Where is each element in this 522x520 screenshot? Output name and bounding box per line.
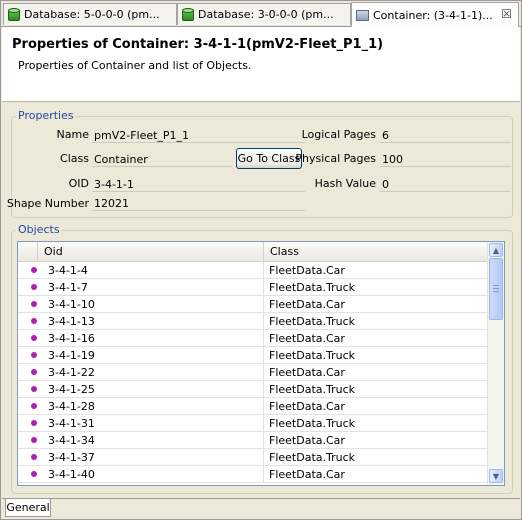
tab-database-5[interactable]: Database: 5-0-0-0 (pm...	[3, 3, 177, 25]
object-marker-icon	[31, 352, 37, 358]
class-cell: FleetData.Car	[269, 366, 345, 379]
tab-general[interactable]: General	[5, 499, 51, 517]
object-marker-icon	[31, 318, 37, 324]
oid-cell: 3-4-1-16	[48, 332, 95, 345]
oid-label: OID	[68, 177, 89, 190]
class-cell: FleetData.Truck	[269, 383, 356, 396]
oid-cell: 3-4-1-22	[48, 366, 95, 379]
object-marker-icon	[31, 284, 37, 290]
oid-cell: 3-4-1-40	[48, 468, 95, 481]
name-label: Name	[56, 128, 89, 141]
object-marker-icon	[31, 386, 37, 392]
hash-value-label: Hash Value	[314, 177, 376, 190]
tab-label: Database: 3-0-0-0 (pm...	[198, 8, 334, 21]
oid-cell: 3-4-1-7	[48, 281, 88, 294]
table-row[interactable]: 3-4-1-4 FleetData.Car	[18, 262, 488, 279]
table-body: 3-4-1-4 FleetData.Car 3-4-1-7 FleetData.Tru…	[18, 262, 488, 483]
oid-cell: 3-4-1-37	[48, 451, 95, 464]
class-cell: FleetData.Truck	[269, 417, 356, 430]
scroll-up-icon[interactable]: ▲	[489, 243, 503, 257]
class-cell: FleetData.Car	[269, 332, 345, 345]
object-marker-icon	[31, 437, 37, 443]
oid-cell: 3-4-1-25	[48, 383, 95, 396]
name-field[interactable]: pmV2-Fleet_P1_1	[92, 128, 305, 143]
table-row[interactable]: 3-4-1-22 FleetData.Car	[18, 364, 488, 381]
form-header: Properties of Container: 3-4-1-1(pmV2-Fl…	[2, 27, 520, 102]
class-cell: FleetData.Car	[269, 264, 345, 277]
database-icon	[8, 7, 20, 22]
marker-column-header[interactable]	[18, 242, 38, 261]
physical-pages-field[interactable]: 100	[380, 152, 511, 167]
table-row[interactable]: 3-4-1-13 FleetData.Truck	[18, 313, 488, 330]
tab-label: Container: (3-4-1-1)...	[373, 8, 493, 22]
go-to-class-button[interactable]: Go To Class	[236, 148, 302, 169]
table-row[interactable]: 3-4-1-16 FleetData.Car	[18, 330, 488, 347]
oid-cell: 3-4-1-31	[48, 417, 95, 430]
object-marker-icon	[31, 335, 37, 341]
oid-cell: 3-4-1-13	[48, 315, 95, 328]
physical-pages-label: Physical Pages	[295, 152, 376, 165]
class-cell: FleetData.Car	[269, 468, 345, 481]
table-row[interactable]: 3-4-1-25 FleetData.Truck	[18, 381, 488, 398]
table-row[interactable]: 3-4-1-28 FleetData.Car	[18, 398, 488, 415]
class-cell: FleetData.Car	[269, 400, 345, 413]
database-icon	[182, 7, 194, 22]
bottom-tab-line	[2, 498, 520, 499]
close-icon[interactable]: ☒	[501, 7, 512, 21]
object-marker-icon	[31, 301, 37, 307]
tab-label: Database: 5-0-0-0 (pm...	[24, 8, 160, 21]
table-row[interactable]: 3-4-1-31 FleetData.Truck	[18, 415, 488, 432]
class-field[interactable]: Container	[92, 152, 232, 167]
oid-field[interactable]: 3-4-1-1	[92, 177, 305, 192]
grip-line	[493, 285, 499, 286]
logical-pages-field[interactable]: 6	[380, 128, 511, 143]
class-cell: FleetData.Truck	[269, 315, 356, 328]
table-header: Oid Class	[18, 242, 488, 262]
class-cell: FleetData.Car	[269, 298, 345, 311]
shape-number-field[interactable]: 12021	[92, 196, 305, 211]
class-cell: FleetData.Truck	[269, 281, 356, 294]
scroll-down-icon[interactable]: ▼	[489, 469, 503, 483]
table-row[interactable]: 3-4-1-37 FleetData.Truck	[18, 449, 488, 466]
table-row[interactable]: 3-4-1-34 FleetData.Car	[18, 432, 488, 449]
oid-cell: 3-4-1-4	[48, 264, 88, 277]
object-marker-icon	[31, 420, 37, 426]
object-marker-icon	[31, 403, 37, 409]
objects-legend: Objects	[16, 223, 62, 236]
class-cell: FleetData.Truck	[269, 349, 356, 362]
oid-cell: 3-4-1-28	[48, 400, 95, 413]
hash-value-field[interactable]: 0	[380, 177, 511, 192]
object-marker-icon	[31, 471, 37, 477]
class-column-header[interactable]: Class	[264, 242, 488, 261]
oid-column-header[interactable]: Oid	[38, 242, 264, 261]
tab-bar: Database: 5-0-0-0 (pm... Database: 3-0-0…	[1, 1, 521, 27]
objects-table[interactable]: Oid Class 3-4-1-4 FleetData.Car 3-4-1-7 Fle…	[17, 241, 505, 486]
table-row[interactable]: 3-4-1-7 FleetData.Truck	[18, 279, 488, 296]
class-cell: FleetData.Truck	[269, 451, 356, 464]
properties-legend: Properties	[16, 109, 76, 122]
class-label: Class	[60, 152, 89, 165]
table-row[interactable]: 3-4-1-19 FleetData.Truck	[18, 347, 488, 364]
class-cell: FleetData.Car	[269, 434, 345, 447]
logical-pages-label: Logical Pages	[301, 128, 376, 141]
scrollbar-thumb[interactable]	[489, 258, 503, 320]
editor-window: Database: 5-0-0-0 (pm... Database: 3-0-0…	[0, 0, 522, 520]
table-row[interactable]: 3-4-1-40 FleetData.Car	[18, 466, 488, 483]
tab-container[interactable]: Container: (3-4-1-1)... ☒	[351, 2, 519, 27]
vertical-scrollbar[interactable]: ▲ ▼	[487, 242, 504, 485]
oid-cell: 3-4-1-19	[48, 349, 95, 362]
container-icon	[356, 9, 369, 21]
shape-number-label: Shape Number	[6, 197, 89, 210]
tab-database-3[interactable]: Database: 3-0-0-0 (pm...	[177, 3, 351, 25]
object-marker-icon	[31, 267, 37, 273]
grip-line	[493, 291, 499, 292]
oid-cell: 3-4-1-10	[48, 298, 95, 311]
page-subtitle: Properties of Container and list of Obje…	[18, 59, 252, 72]
grip-line	[493, 288, 499, 289]
object-marker-icon	[31, 369, 37, 375]
table-row[interactable]: 3-4-1-10 FleetData.Car	[18, 296, 488, 313]
page-title: Properties of Container: 3-4-1-1(pmV2-Fl…	[12, 37, 384, 52]
oid-cell: 3-4-1-34	[48, 434, 95, 447]
object-marker-icon	[31, 454, 37, 460]
